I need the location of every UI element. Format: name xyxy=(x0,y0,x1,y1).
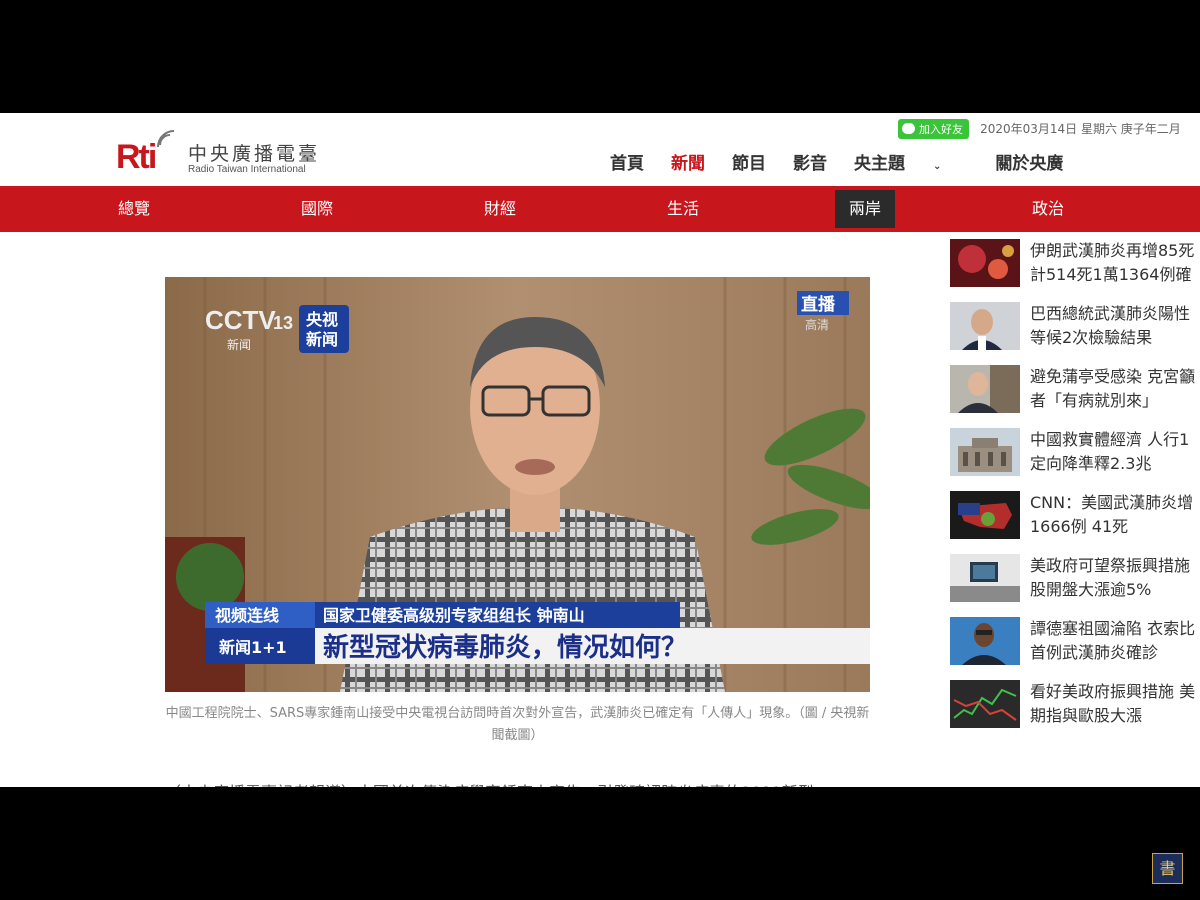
list-item[interactable]: 譚德塞祖國淪陷 衣索比 首例武漢肺炎確診 xyxy=(950,617,1200,680)
video-headline: 新型冠状病毒肺炎，情况如何？ xyxy=(323,632,687,663)
list-item[interactable]: 看好美政府振興措施 美期指與歐股大漲 xyxy=(950,680,1200,743)
related-news-sidebar: 伊朗武漢肺炎再增85死 計514死1萬1364例確 巴西總統武漢肺炎陽性 等候2次檢… xyxy=(950,239,1200,743)
video-still-image: CCTV 13 新闻 央视 新闻 直播 高清 视频连线 国家卫健委高级别专家组组… xyxy=(165,277,870,692)
top-bar: 加入好友 2020年03月14日 星期六 庚子年二月 xyxy=(898,118,1181,139)
title-line-2: 計514死1萬1364例確 xyxy=(1030,265,1192,284)
category-cross-strait[interactable]: 兩岸 xyxy=(835,190,895,228)
list-item[interactable]: CNN：美國武漢肺炎增 1666例 41死 xyxy=(950,491,1200,554)
red-graphic-thumb xyxy=(950,239,1020,287)
list-item[interactable]: 避免蒲亭受感染 克宮籲 者「有病就別來」 xyxy=(950,365,1200,428)
portrait-thumb xyxy=(950,617,1020,665)
sidebar-item-title: 美政府可望祭振興措施 股開盤大漲逾5% xyxy=(1030,554,1200,602)
category-international[interactable]: 國際 xyxy=(275,186,359,232)
trading-floor-thumb xyxy=(950,554,1020,602)
speaker-line: 国家卫健委高级别专家组组长 钟南山 xyxy=(323,606,585,625)
category-finance[interactable]: 財經 xyxy=(458,186,542,232)
article-body: （中央廣播電臺記者報導）中國首次傳染病學家鍾南山宣告，引發確認肺炎病毒的2019… xyxy=(165,779,870,787)
title-line-1: 避免蒲亭受感染 克宮籲 xyxy=(1030,367,1196,386)
browser-page: Rti 中央廣播電臺 Radio Taiwan International 加入… xyxy=(0,113,1200,787)
list-item[interactable]: 巴西總統武漢肺炎陽性 等候2次檢驗結果 xyxy=(950,302,1200,365)
channel-number: 13 xyxy=(273,313,293,333)
program-logo-line2: 新闻 xyxy=(306,330,338,349)
category-politics[interactable]: 政治 xyxy=(1006,186,1090,232)
title-line-2: 等候2次檢驗結果 xyxy=(1030,328,1153,347)
logo-english-name: Radio Taiwan International xyxy=(188,164,306,175)
us-map-thumb xyxy=(950,491,1020,539)
building-thumb xyxy=(950,428,1020,476)
signal-wave-icon xyxy=(157,130,175,148)
sidebar-item-title: 看好美政府振興措施 美期指與歐股大漲 xyxy=(1030,680,1200,728)
main-nav-about[interactable]: 關於央廣 xyxy=(995,149,1063,174)
title-line-2: 者「有病就別來」 xyxy=(1030,391,1159,410)
main-nav-media[interactable]: 影音 xyxy=(793,149,827,174)
program-logo-line1: 央视 xyxy=(306,310,338,329)
title-line-2: 首例武漢肺炎確診 xyxy=(1030,643,1159,662)
channel-watermark-icon: 書 xyxy=(1152,853,1183,884)
sidebar-item-title: 中國救實體經濟 人行1 定向降準釋2.3兆 xyxy=(1030,428,1200,476)
portrait-thumb xyxy=(950,302,1020,350)
article-photo: CCTV 13 新闻 央视 新闻 直播 高清 视频连线 国家卫健委高级别专家组组… xyxy=(165,277,870,692)
main-nav-programs[interactable]: 節目 xyxy=(732,149,766,174)
segment-label: 视频连线 xyxy=(215,606,279,625)
main-nav: 首頁 新聞 節目 影音 央主題 ⌄ 關於央廣 xyxy=(610,149,1090,174)
title-line-1: 伊朗武漢肺炎再增85死 xyxy=(1030,241,1195,260)
logo-chinese-name: 中央廣播電臺 xyxy=(188,143,321,165)
sidebar-item-title: 巴西總統武漢肺炎陽性 等候2次檢驗結果 xyxy=(1030,302,1200,350)
photo-caption: 中國工程院院士、SARS專家鍾南山接受中央電視台訪問時首次對外宣告，武漢肺炎已確… xyxy=(165,706,870,743)
title-line-1: 譚德塞祖國淪陷 衣索比 xyxy=(1030,619,1196,638)
title-line-1: 看好美政府振興措施 美 xyxy=(1030,682,1196,701)
list-item[interactable]: 伊朗武漢肺炎再增85死 計514死1萬1364例確 xyxy=(950,239,1200,302)
logo-mark: Rti xyxy=(116,138,157,176)
sidebar-item-title: CNN：美國武漢肺炎增 1666例 41死 xyxy=(1030,491,1200,539)
line-button-label: 加入好友 xyxy=(919,122,963,136)
main-nav-topics-label: 央主題 xyxy=(854,154,905,174)
title-line-1: 美政府可望祭振興措施 xyxy=(1030,556,1191,575)
main-nav-news[interactable]: 新聞 xyxy=(671,149,705,174)
chevron-down-icon: ⌄ xyxy=(933,161,942,172)
list-item[interactable]: 美政府可望祭振興措施 股開盤大漲逾5% xyxy=(950,554,1200,617)
live-badge: 直播 xyxy=(801,294,836,315)
title-line-1: 中國救實體經濟 人行1 xyxy=(1030,430,1190,449)
header-date: 2020年03月14日 星期六 庚子年二月 xyxy=(980,122,1181,136)
sidebar-item-title: 避免蒲亭受感染 克宮籲 者「有病就別來」 xyxy=(1030,365,1200,413)
list-item[interactable]: 中國救實體經濟 人行1 定向降準釋2.3兆 xyxy=(950,428,1200,491)
title-line-2: 期指與歐股大漲 xyxy=(1030,706,1143,725)
cctv-logo: CCTV xyxy=(205,305,276,335)
live-sub: 高清 xyxy=(805,317,829,332)
sidebar-item-title: 譚德塞祖國淪陷 衣索比 首例武漢肺炎確診 xyxy=(1030,617,1200,665)
sidebar-item-title: 伊朗武漢肺炎再增85死 計514死1萬1364例確 xyxy=(1030,239,1200,287)
category-overview[interactable]: 總覽 xyxy=(92,186,176,232)
title-line-2: 定向降準釋2.3兆 xyxy=(1030,454,1152,473)
title-line-1: 巴西總統武漢肺炎陽性 xyxy=(1030,304,1191,323)
main-nav-topics[interactable]: 央主題 ⌄ xyxy=(854,149,968,174)
main-nav-home[interactable]: 首頁 xyxy=(610,149,644,174)
line-chat-icon xyxy=(902,123,915,134)
line-add-friend-button[interactable]: 加入好友 xyxy=(898,118,969,139)
stock-chart-thumb xyxy=(950,680,1020,728)
category-nav: 總覽 國際 財經 生活 兩岸 政治 xyxy=(0,186,1200,232)
portrait-thumb xyxy=(950,365,1020,413)
category-life[interactable]: 生活 xyxy=(641,186,725,232)
segment-logo: 新闻1+1 xyxy=(219,638,287,657)
title-line-1: CNN：美國武漢肺炎增 xyxy=(1030,493,1194,512)
title-line-2: 1666例 41死 xyxy=(1030,517,1129,536)
title-line-2: 股開盤大漲逾5% xyxy=(1030,580,1152,599)
cctv-sub: 新闻 xyxy=(227,337,251,352)
